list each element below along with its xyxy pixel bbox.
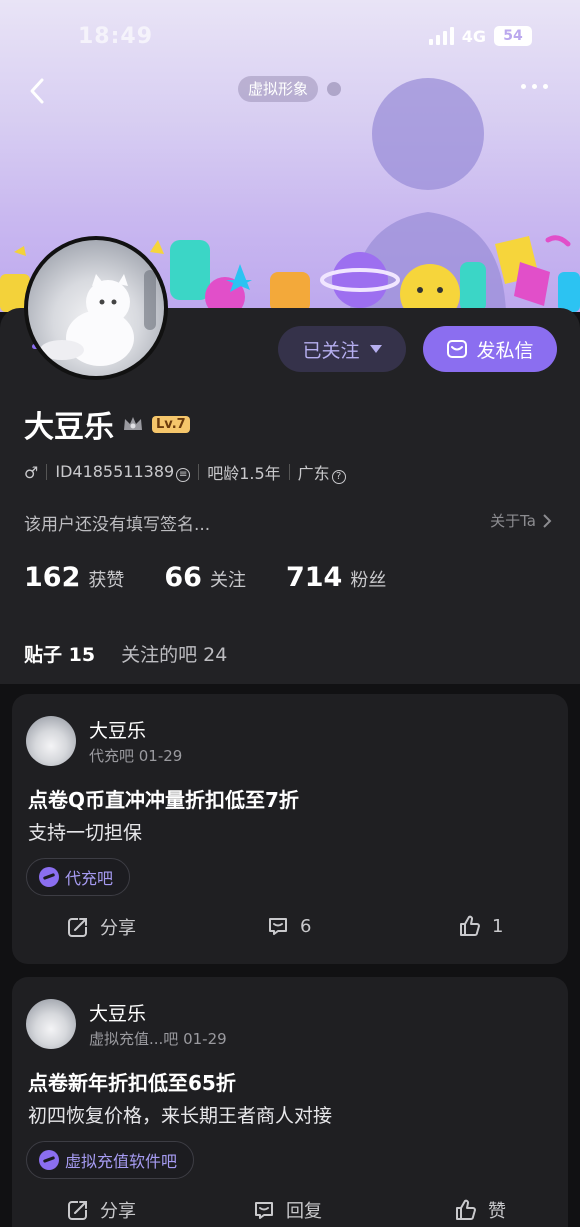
followed-button[interactable]: 已关注 — [278, 326, 406, 372]
post-card[interactable]: 大豆乐 虚拟充值...吧 01-29 点卷新年折扣低至65折 初四恢复价格，来长… — [12, 977, 568, 1227]
virtual-avatar-dot — [327, 82, 341, 96]
share-button[interactable]: 分享 — [66, 914, 136, 940]
stat-likes[interactable]: 162 获赞 — [24, 562, 124, 593]
share-button[interactable]: 分享 — [66, 1197, 136, 1223]
send-message-button[interactable]: 发私信 — [423, 326, 557, 372]
share-icon — [68, 918, 87, 937]
location: 广东? — [298, 460, 346, 484]
tab-posts-count: 15 — [68, 644, 96, 666]
tab-followed-forums[interactable]: 关注的吧 24 — [121, 640, 227, 667]
copy-icon[interactable]: ≡ — [176, 468, 191, 482]
post-feed: 大豆乐 代充吧 01-29 点卷Q币直冲冲量折扣低至7折 支持一切担保 代充吧 … — [0, 684, 580, 1227]
stat-following[interactable]: 66 关注 — [164, 562, 246, 593]
chevron-down-icon — [369, 345, 382, 353]
post-author[interactable]: 大豆乐 — [89, 999, 146, 1026]
post-body[interactable]: 支持一切担保 — [28, 818, 142, 845]
tab-posts-label: 贴子 — [24, 644, 63, 666]
post-title[interactable]: 点卷Q币直冲冲量折扣低至7折 — [28, 784, 299, 813]
status-time: 18:49 — [78, 24, 154, 49]
chevron-right-icon — [543, 513, 552, 528]
forum-tag-label: 虚拟充值软件吧 — [65, 1152, 178, 1171]
network-type: 4G — [461, 26, 486, 46]
stat-likes-label: 获赞 — [88, 570, 125, 591]
battery-icon: 54 — [494, 26, 532, 46]
tab-forums-count: 24 — [203, 644, 228, 666]
forum-age: 吧龄1.5年 — [207, 464, 281, 483]
help-icon[interactable]: ? — [331, 470, 346, 484]
like-button[interactable]: 赞 — [454, 1197, 506, 1223]
back-arrow-icon[interactable] — [24, 76, 54, 106]
post-author-avatar[interactable] — [26, 999, 76, 1049]
post-body[interactable]: 初四恢复价格，来长期王者商人对接 — [28, 1101, 332, 1128]
share-label: 分享 — [100, 918, 136, 939]
share-label: 分享 — [100, 1201, 136, 1222]
forum-icon — [39, 867, 59, 887]
stat-following-label: 关注 — [209, 570, 246, 591]
username-row: 大豆乐 Lv.7 — [24, 402, 190, 446]
reply-label: 回复 — [286, 1201, 322, 1222]
thumbs-up-icon — [456, 1199, 476, 1220]
tab-posts[interactable]: 贴子 15 — [24, 640, 95, 667]
stat-followers-label: 粉丝 — [350, 570, 387, 591]
avatar-image — [28, 240, 164, 376]
user-id[interactable]: ID4185511389 ≡ — [55, 462, 191, 482]
divider — [288, 464, 290, 480]
gender-male-icon: ♂ — [24, 462, 39, 482]
comment-icon — [269, 918, 287, 935]
forum-tag-label: 代充吧 — [65, 869, 114, 888]
comment-icon — [255, 1202, 273, 1219]
like-label: 赞 — [488, 1201, 506, 1222]
location-text: 广东 — [297, 464, 330, 483]
profile-tabs: 贴子 15 关注的吧 24 — [24, 640, 227, 667]
post-meta: 代充吧 01-29 — [89, 747, 183, 765]
stat-followers-count: 714 — [285, 562, 343, 593]
stat-following-count: 66 — [164, 562, 202, 593]
thumbs-up-icon — [460, 915, 480, 936]
comment-count: 6 — [300, 915, 312, 937]
about-link-label: 关于Ta — [490, 512, 536, 530]
tab-forums-label: 关注的吧 — [121, 644, 198, 666]
virtual-avatar-button[interactable]: 虚拟形象 — [238, 76, 319, 102]
stat-followers[interactable]: 714 粉丝 — [286, 562, 386, 593]
reply-button[interactable]: 回复 — [252, 1197, 322, 1223]
signal-icon — [428, 27, 454, 45]
more-options-icon[interactable] — [521, 84, 548, 89]
like-button[interactable]: 1 — [458, 914, 503, 938]
level-badge: Lv.7 — [152, 415, 190, 433]
post-title[interactable]: 点卷新年折扣低至65折 — [28, 1067, 236, 1096]
stat-likes-count: 162 — [24, 562, 81, 593]
post-author-avatar[interactable] — [26, 716, 76, 766]
post-card[interactable]: 大豆乐 代充吧 01-29 点卷Q币直冲冲量折扣低至7折 支持一切担保 代充吧 … — [12, 694, 568, 964]
profile-stats: 162 获赞 66 关注 714 粉丝 — [24, 562, 426, 593]
message-icon — [447, 340, 468, 358]
forum-tag[interactable]: 代充吧 — [26, 858, 131, 896]
cat-photo-icon — [40, 270, 156, 366]
post-meta: 虚拟充值...吧 01-29 — [89, 1030, 227, 1048]
forum-icon — [39, 1150, 59, 1170]
user-id-text: ID4185511389 — [55, 462, 175, 481]
forum-tag[interactable]: 虚拟充值软件吧 — [26, 1141, 195, 1179]
divider — [46, 464, 48, 480]
post-author[interactable]: 大豆乐 — [89, 716, 146, 743]
status-bar: 18:49 4G 54 — [0, 24, 580, 54]
status-indicators: 4G 54 — [428, 26, 532, 46]
about-link[interactable]: 关于Ta — [490, 510, 552, 531]
crown-badge-icon — [124, 417, 142, 430]
profile-meta: ♂ ID4185511389 ≡ 吧龄1.5年 广东? — [24, 460, 346, 484]
followed-button-label: 已关注 — [302, 339, 360, 362]
profile-avatar[interactable] — [24, 236, 168, 380]
user-bio: 该用户还没有填写签名... — [24, 515, 211, 535]
share-icon — [68, 1201, 87, 1220]
username: 大豆乐 — [24, 410, 114, 445]
like-count: 1 — [492, 915, 504, 937]
comment-button[interactable]: 6 — [266, 914, 311, 938]
divider — [198, 464, 200, 480]
send-message-label: 发私信 — [476, 339, 534, 362]
